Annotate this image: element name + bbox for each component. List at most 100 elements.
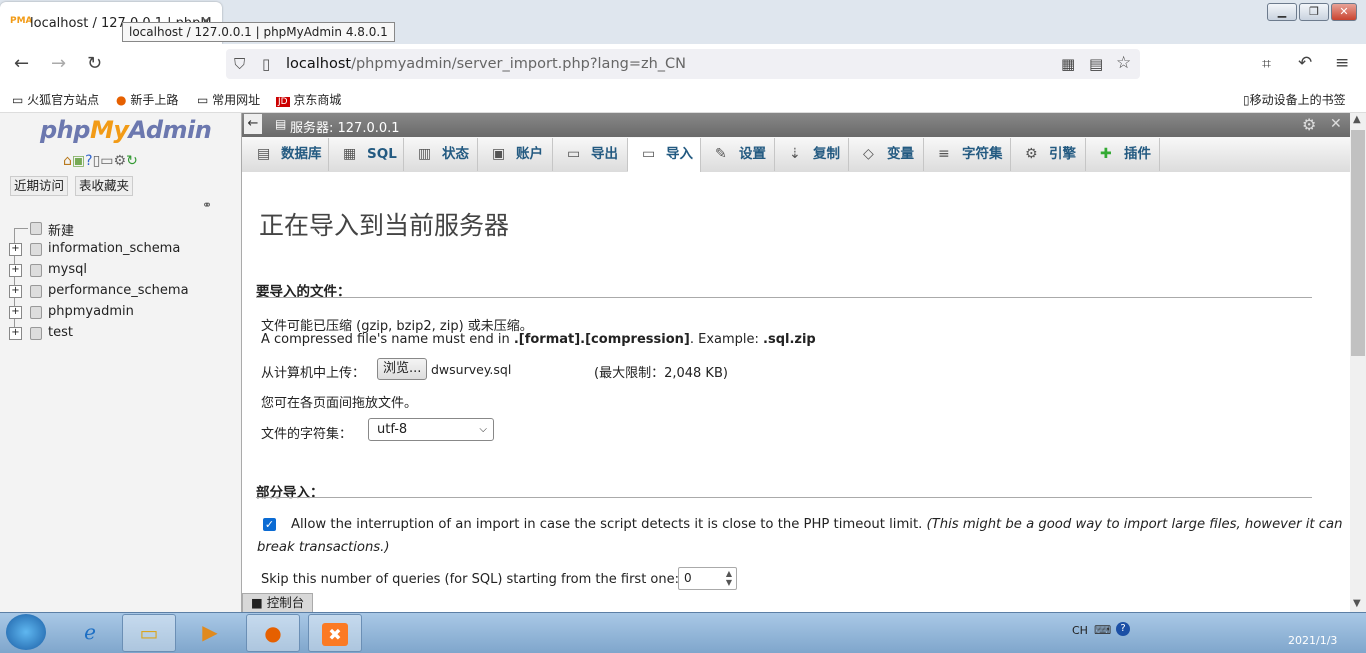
ie-icon[interactable]: ℯ — [64, 614, 116, 650]
copy-icon[interactable]: ▭ — [100, 153, 113, 169]
allow-interrupt-label: Allow the interruption of an import in c… — [291, 517, 1343, 532]
tab-settings[interactable]: ✎ 设置 — [701, 138, 775, 171]
export-icon: ▭ — [567, 146, 581, 162]
expand-icon[interactable]: + — [9, 306, 22, 319]
bookmark-common-sites[interactable]: ▭ 常用网址 — [197, 91, 260, 108]
divider — [256, 297, 1312, 298]
clock[interactable]: 2021/1/3 — [1288, 634, 1337, 647]
phpmyadmin-logo[interactable]: phpMyAdmin — [40, 116, 212, 144]
charset-icon: ≡ — [938, 146, 950, 162]
scroll-up-icon[interactable]: ▲ — [1353, 114, 1361, 125]
media-player-icon[interactable]: ▶ — [184, 614, 236, 650]
variables-icon: ◇ — [863, 146, 874, 162]
tab-export[interactable]: ▭ 导出 — [553, 138, 628, 171]
expand-icon[interactable]: + — [9, 327, 22, 340]
refresh-icon[interactable]: ↻ — [126, 153, 138, 169]
language-indicator[interactable]: CH — [1072, 624, 1088, 637]
new-db-icon — [30, 222, 42, 235]
tree-line-new — [14, 228, 28, 229]
scrollbar-thumb[interactable] — [1351, 130, 1365, 356]
jd-icon: JD — [276, 97, 290, 107]
xampp-icon[interactable]: ✖ — [308, 614, 362, 652]
accounts-icon: ▣ — [492, 146, 506, 162]
database-icon: ▤ — [257, 146, 271, 162]
firefox-icon: ● — [116, 93, 127, 107]
database-icon — [30, 264, 42, 277]
tab-accounts[interactable]: ▣ 账户 — [478, 138, 553, 171]
tab-replication[interactable]: ⇣ 复制 — [775, 138, 849, 171]
upload-label: 从计算机中上传： — [261, 366, 366, 381]
db-mysql[interactable]: mysql — [48, 262, 87, 277]
bookmark-jd[interactable]: JD 京东商城 — [276, 91, 341, 108]
settings-gear-icon[interactable]: ⚙ — [1302, 115, 1316, 134]
menu-icon[interactable]: ≡ — [1335, 53, 1349, 73]
reader-view-icon[interactable]: ▤ — [1089, 55, 1103, 73]
recent-button[interactable]: 近期访问 — [10, 176, 69, 196]
home-icon[interactable]: ⌂ — [63, 153, 72, 169]
tab-charsets[interactable]: ≡ 字符集 — [924, 138, 1011, 171]
expand-icon[interactable]: + — [9, 243, 22, 256]
chevron-down-icon: ⌵ — [479, 424, 487, 435]
folder-icon: ▭ — [12, 93, 24, 107]
back-icon[interactable]: ← — [14, 53, 29, 74]
gear-icon[interactable]: ⚙ — [114, 153, 127, 169]
expand-icon[interactable]: + — [9, 285, 22, 298]
url-text[interactable]: localhost/phpmyadmin/server_import.php?l… — [286, 56, 686, 72]
scroll-down-icon[interactable]: ▼ — [1353, 598, 1361, 609]
tab-sql[interactable]: ▦ SQL — [329, 138, 404, 171]
screenshot-icon[interactable]: ⌗ — [1262, 54, 1271, 74]
browse-button[interactable]: 浏览... — [377, 358, 428, 380]
bookmark-star-icon[interactable]: ☆ — [1116, 53, 1131, 73]
minimize-button[interactable]: ▁ — [1267, 3, 1297, 21]
close-icon[interactable]: ✕ — [1330, 116, 1342, 132]
tab-plugins[interactable]: ✚ 插件 — [1086, 138, 1160, 171]
allow-interrupt-checkbox[interactable]: ✓ — [263, 518, 276, 531]
plugin-icon: ✚ — [1100, 146, 1112, 162]
bookmark-firefox-official[interactable]: ▭ 火狐官方站点 — [12, 91, 99, 108]
firefox-icon[interactable]: ● — [246, 614, 300, 652]
status-icon: ▥ — [418, 146, 432, 162]
forward-icon[interactable]: → — [51, 53, 66, 74]
tab-databases[interactable]: ▤ 数据库 — [243, 138, 329, 171]
restore-button[interactable]: ❐ — [1299, 3, 1329, 21]
reload-icon[interactable]: ↻ — [87, 53, 102, 74]
start-button[interactable] — [6, 614, 46, 650]
shield-icon[interactable]: ⛉ — [234, 55, 245, 73]
help-icon[interactable]: ? — [1116, 622, 1130, 636]
explorer-icon[interactable]: ▭ — [122, 614, 176, 652]
collapse-panel-icon[interactable]: ← — [244, 114, 262, 134]
tab-engines[interactable]: ⚙ 引擎 — [1011, 138, 1086, 171]
undo-icon[interactable]: ↶ — [1298, 53, 1312, 73]
server-label[interactable]: 服务器: 127.0.0.1 — [290, 117, 400, 136]
mobile-icon: ▯ — [1243, 93, 1250, 107]
server-breadcrumb-bar: ← ▤ 服务器: 127.0.0.1 ⚙ ✕ — [242, 113, 1350, 137]
tab-status[interactable]: ▥ 状态 — [404, 138, 478, 171]
db-phpmyadmin[interactable]: phpmyadmin — [48, 304, 134, 319]
page-icon: ▯ — [262, 55, 271, 73]
db-test[interactable]: test — [48, 325, 73, 340]
db-information-schema[interactable]: information_schema — [48, 241, 180, 256]
link-icon[interactable]: ⚭ — [202, 198, 212, 212]
close-window-button[interactable]: ✕ — [1331, 3, 1357, 21]
help-icon[interactable]: ? — [85, 153, 92, 169]
stepper-icon[interactable]: ▲ ▼ — [726, 569, 732, 587]
bookmark-getting-started[interactable]: ● 新手上路 — [116, 91, 178, 108]
replication-icon: ⇣ — [789, 146, 801, 162]
keyboard-icon[interactable]: ⌨ — [1094, 623, 1111, 637]
expand-icon[interactable]: + — [9, 264, 22, 277]
console-toggle[interactable]: ■ 控制台 — [242, 593, 313, 613]
database-icon — [30, 285, 42, 298]
skip-queries-input[interactable]: 0 ▲ ▼ — [678, 567, 737, 590]
qr-code-icon[interactable]: ▦ — [1061, 55, 1075, 73]
drag-drop-note: 您可在各页面间拖放文件。 — [261, 396, 418, 411]
charset-select[interactable]: utf-8 ⌵ — [368, 418, 494, 441]
db-performance-schema[interactable]: performance_schema — [48, 283, 189, 298]
new-database-link[interactable]: 新建 — [48, 220, 74, 239]
bookmark-mobile[interactable]: ▯移动设备上的书签 — [1243, 91, 1346, 108]
tab-import[interactable]: ▭ 导入 — [628, 138, 701, 172]
sql-icon: ▦ — [343, 146, 357, 162]
partial-import-heading: 部分导入： — [256, 485, 324, 501]
favorites-button[interactable]: 表收藏夹 — [75, 176, 134, 196]
tab-variables[interactable]: ◇ 变量 — [849, 138, 924, 171]
logout-icon[interactable]: ▣ — [72, 153, 85, 169]
